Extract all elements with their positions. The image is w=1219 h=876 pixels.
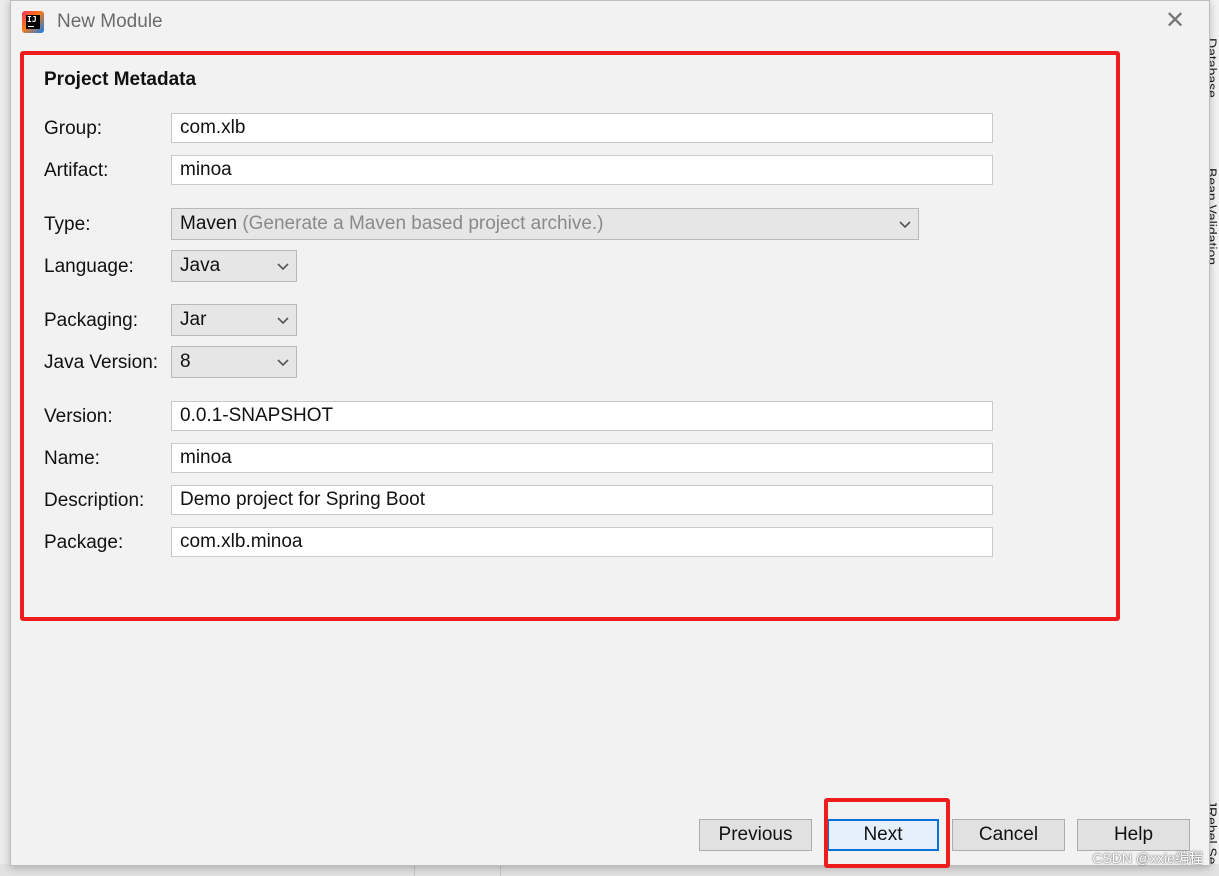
intellij-idea-icon: IJ — [22, 11, 44, 33]
chevron-down-icon — [899, 221, 911, 229]
java-version-label: Java Version: — [44, 352, 159, 373]
java-version-select[interactable]: 8 — [171, 346, 297, 378]
group-label: Group: — [44, 118, 103, 139]
artifact-field[interactable]: minoa — [171, 155, 993, 185]
packaging-select[interactable]: Jar — [171, 304, 297, 336]
version-field[interactable]: 0.0.1-SNAPSHOT — [171, 401, 993, 431]
window-title: New Module — [57, 11, 163, 32]
chevron-down-icon — [277, 263, 289, 271]
chevron-down-icon — [277, 317, 289, 325]
group-field[interactable]: com.xlb — [171, 113, 993, 143]
language-label: Language: — [44, 256, 134, 277]
type-select[interactable]: Maven (Generate a Maven based project ar… — [171, 208, 919, 240]
description-label: Description: — [44, 490, 145, 511]
language-value: Java — [180, 255, 221, 276]
type-hint: (Generate a Maven based project archive.… — [242, 213, 604, 234]
java-version-value: 8 — [180, 351, 191, 372]
package-field[interactable]: com.xlb.minoa — [171, 527, 993, 557]
packaging-label: Packaging: — [44, 310, 139, 331]
type-label: Type: — [44, 214, 91, 235]
type-value: Maven — [180, 213, 238, 234]
description-field[interactable]: Demo project for Spring Boot — [171, 485, 993, 515]
new-module-dialog: IJ New Module ✕ Project Metadata Group: … — [10, 0, 1210, 868]
title-bar[interactable]: IJ New Module ✕ — [11, 1, 1209, 43]
version-label: Version: — [44, 406, 113, 427]
watermark: CSDN @xxie编程 — [1092, 850, 1203, 866]
close-icon[interactable]: ✕ — [1163, 9, 1187, 33]
help-button[interactable]: Help — [1077, 819, 1190, 851]
section-title: Project Metadata — [44, 69, 197, 90]
cancel-button[interactable]: Cancel — [952, 819, 1065, 851]
previous-button[interactable]: Previous — [699, 819, 812, 851]
packaging-value: Jar — [180, 309, 207, 330]
name-label: Name: — [44, 448, 100, 469]
next-button[interactable]: Next — [827, 819, 939, 851]
chevron-down-icon — [277, 359, 289, 367]
language-select[interactable]: Java — [171, 250, 297, 282]
artifact-label: Artifact: — [44, 160, 109, 181]
package-label: Package: — [44, 532, 124, 553]
name-field[interactable]: minoa — [171, 443, 993, 473]
